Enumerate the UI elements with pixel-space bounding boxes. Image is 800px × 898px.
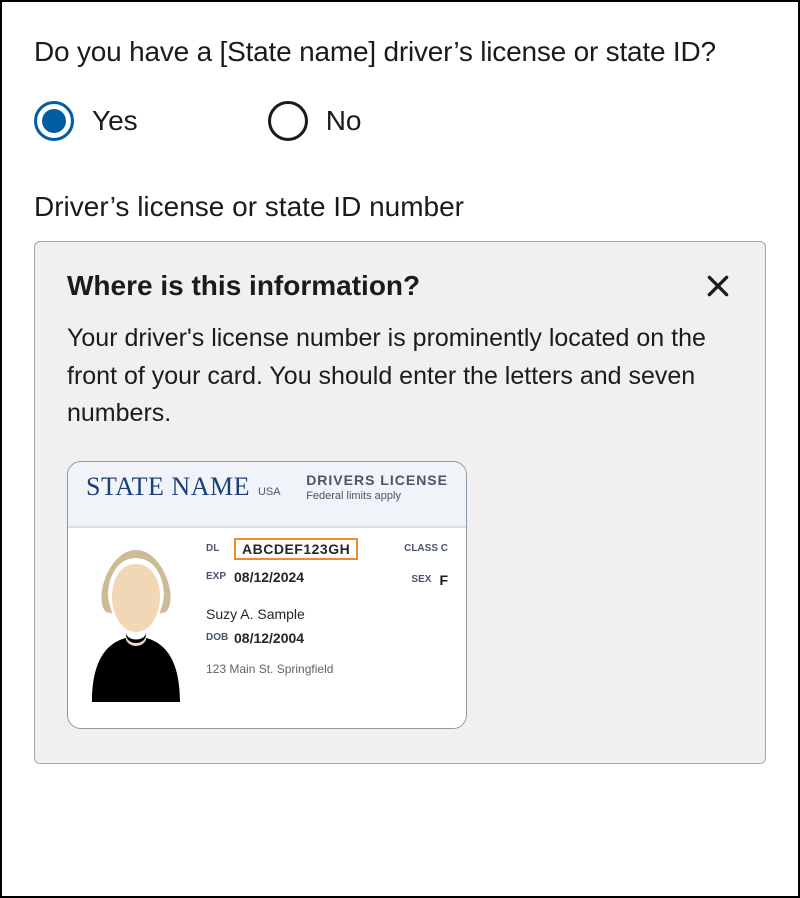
card-sex-block: SEX F (411, 572, 448, 588)
card-dl-row: DL ABCDEF123GH CLASS C (206, 538, 448, 560)
card-exp-value: 08/12/2024 (234, 569, 304, 585)
card-dl-label: DL (206, 543, 234, 554)
card-sex-label: SEX (411, 574, 431, 585)
help-title: Where is this information? (67, 270, 420, 302)
radio-icon-selected (34, 101, 74, 141)
field-label: Driver’s license or state ID number (34, 191, 766, 223)
radio-label-yes: Yes (92, 105, 138, 137)
license-card-illustration: STATE NAME USA DRIVERS LICENSE Federal l… (67, 461, 467, 729)
help-header: Where is this information? (67, 270, 733, 302)
card-photo (82, 538, 190, 702)
card-body: DL ABCDEF123GH CLASS C EXP 08/12/2024 SE… (68, 528, 466, 702)
form-frame: Do you have a [State name] driver’s lice… (0, 0, 800, 898)
card-name: Suzy A. Sample (206, 606, 448, 622)
close-icon (705, 273, 731, 299)
card-address: 123 Main St. Springfield (206, 662, 448, 676)
card-exp-row: EXP 08/12/2024 SEX F (206, 566, 448, 588)
card-dl-title: DRIVERS LICENSE (306, 472, 448, 488)
card-exp-label: EXP (206, 571, 234, 582)
card-dl-value: ABCDEF123GH (234, 538, 358, 560)
card-dob-label: DOB (206, 632, 234, 643)
question-text: Do you have a [State name] driver’s lice… (34, 32, 766, 71)
card-dob-row: DOB 08/12/2004 (206, 630, 448, 646)
card-class-label: CLASS C (404, 543, 448, 554)
radio-icon-unselected (268, 101, 308, 141)
radio-group: Yes No (34, 101, 766, 141)
portrait-icon (82, 538, 190, 702)
radio-option-no[interactable]: No (268, 101, 362, 141)
card-header: STATE NAME USA DRIVERS LICENSE Federal l… (68, 462, 466, 528)
help-body: Your driver's license number is prominen… (67, 320, 733, 433)
close-button[interactable] (703, 271, 733, 301)
card-federal-text: Federal limits apply (306, 490, 448, 502)
card-usa: USA (258, 486, 281, 498)
card-sex-value: F (439, 572, 448, 588)
radio-option-yes[interactable]: Yes (34, 101, 138, 141)
radio-label-no: No (326, 105, 362, 137)
card-info: DL ABCDEF123GH CLASS C EXP 08/12/2024 SE… (206, 538, 448, 702)
card-state-block: STATE NAME USA (86, 472, 281, 502)
card-state-name: STATE NAME (86, 472, 250, 502)
card-top-right: DRIVERS LICENSE Federal limits apply (306, 472, 448, 502)
card-dob-value: 08/12/2004 (234, 630, 304, 646)
help-panel: Where is this information? Your driver's… (34, 241, 766, 764)
